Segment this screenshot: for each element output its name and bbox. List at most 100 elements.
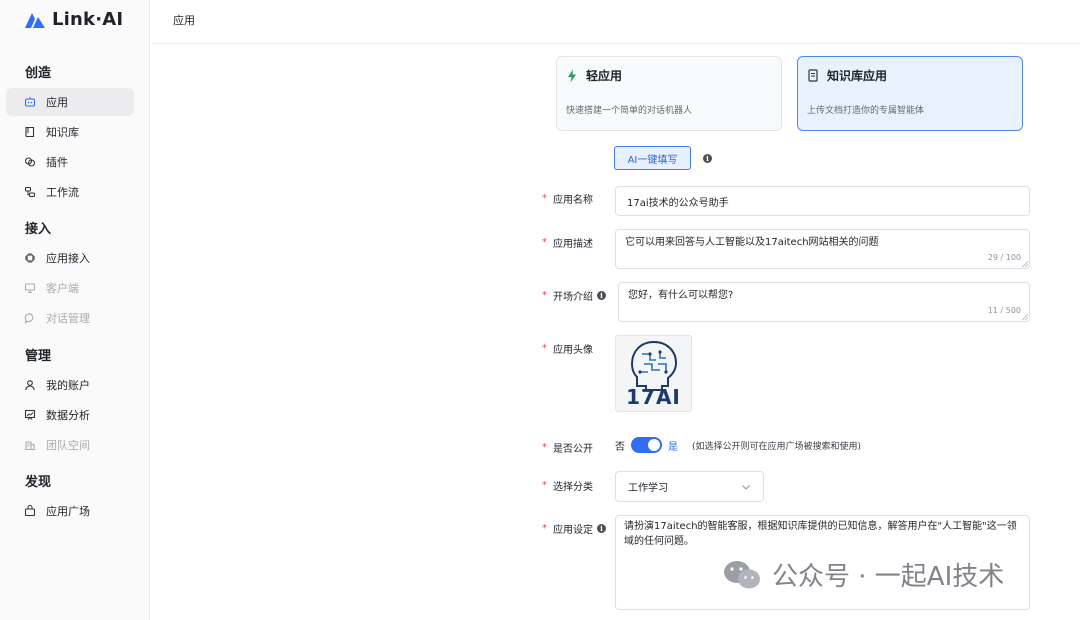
field-label-text: 应用设定 (553, 525, 593, 536)
app-category-label: * 选择分类 (542, 478, 593, 493)
sidebar: Link·AI 创造 应用 知识库 插件 工作流 接入 应用接入 客户端 对话管… (0, 0, 150, 620)
lightning-icon (566, 69, 578, 83)
category-select[interactable]: 工作学习 (615, 471, 764, 502)
ai-autofill-button[interactable]: AI一键填写 (614, 146, 691, 170)
field-label-text: 应用头像 (553, 345, 593, 356)
field-label-text: 应用描述 (553, 239, 593, 250)
sidebar-item-label: 团队空间 (46, 439, 90, 452)
category-value: 工作学习 (628, 483, 668, 494)
required-mark: * (542, 442, 547, 453)
app-desc-value: 它可以用来回答与人工智能以及17aitech网站相关的问题 (625, 237, 879, 248)
required-mark: * (542, 237, 547, 248)
char-counter: 29 / 100 (987, 253, 1021, 262)
sidebar-item-label: 应用广场 (46, 505, 90, 518)
section-title-access: 接入 (25, 222, 52, 237)
wechat-icon (724, 560, 760, 588)
user-icon (24, 379, 36, 391)
sidebar-item-app-integration[interactable]: 应用接入 (6, 244, 134, 272)
required-mark: * (542, 480, 547, 491)
sidebar-item-client[interactable]: 客户端 (6, 274, 134, 302)
sidebar-item-label: 知识库 (46, 126, 79, 139)
app-desc-textarea[interactable]: 它可以用来回答与人工智能以及17aitech网站相关的问题 29 / 100 (615, 229, 1030, 269)
app-avatar-image[interactable]: 17AI (615, 335, 692, 412)
sidebar-item-team-space[interactable]: 团队空间 (6, 431, 134, 459)
info-icon[interactable]: i (703, 154, 712, 163)
section-title-manage: 管理 (25, 349, 52, 364)
page-title: 应用 (173, 14, 195, 27)
brand-name: Link·AI (52, 9, 124, 30)
robot-icon (24, 96, 36, 108)
section-title-discover: 发现 (25, 475, 52, 490)
public-switch-row: 否 是 (如选择公开则可在应用广场被搜索和使用) (615, 437, 861, 453)
app-name-value: 17ai技术的公众号助手 (627, 197, 729, 209)
app-type-card-knowledge[interactable]: 知识库应用 上传文档打造你的专属智能体 (797, 56, 1023, 131)
plugin-icon (24, 156, 36, 168)
required-mark: * (542, 523, 547, 534)
sidebar-item-app-store[interactable]: 应用广场 (6, 497, 134, 525)
sidebar-item-conversations[interactable]: 对话管理 (6, 304, 134, 332)
sidebar-item-label: 应用接入 (46, 252, 90, 265)
sidebar-item-workflow[interactable]: 工作流 (6, 178, 134, 206)
sidebar-item-analytics[interactable]: 数据分析 (6, 401, 134, 429)
app-intro-value: 您好，有什么可以帮您? (628, 290, 734, 301)
app-type-desc: 快速搭建一个简单的对话机器人 (566, 106, 693, 116)
monitor-icon (24, 282, 36, 294)
app-setting-label: * 应用设定 i (542, 521, 606, 536)
sidebar-item-label: 工作流 (46, 186, 79, 199)
app-intro-textarea[interactable]: 您好，有什么可以帮您? 11 / 500 (618, 282, 1030, 322)
chip-icon (24, 252, 36, 264)
public-hint: (如选择公开则可在应用广场被搜索和使用) (692, 441, 862, 452)
link-ai-logo-icon (25, 12, 45, 28)
chat-icon (24, 312, 36, 324)
sidebar-item-apps[interactable]: 应用 (6, 88, 134, 116)
sidebar-item-label: 客户端 (46, 282, 79, 295)
app-desc-label: * 应用描述 (542, 235, 593, 250)
app-intro-label: * 开场介绍 i (542, 288, 606, 303)
brand-logo[interactable]: Link·AI (24, 9, 123, 30)
public-toggle[interactable] (631, 437, 662, 453)
sidebar-item-label: 对话管理 (46, 312, 90, 325)
building-icon (24, 439, 36, 451)
switch-off-label: 否 (615, 441, 625, 453)
avatar-logo-text: 17AI (626, 385, 681, 409)
resize-handle-icon[interactable] (1022, 314, 1028, 320)
app-type-desc: 上传文档打造你的专属智能体 (807, 106, 925, 116)
sidebar-item-plugins[interactable]: 插件 (6, 148, 134, 176)
field-label-text: 应用名称 (553, 195, 593, 206)
app-type-title: 知识库应用 (827, 69, 888, 83)
top-header: 应用 (151, 0, 1080, 44)
workflow-icon (24, 186, 36, 198)
sidebar-item-label: 应用 (46, 96, 68, 109)
required-mark: * (542, 290, 547, 301)
app-type-title: 轻应用 (586, 69, 623, 83)
required-mark: * (542, 343, 547, 354)
sidebar-item-label: 数据分析 (46, 409, 90, 422)
field-label-text: 是否公开 (553, 444, 593, 455)
section-title-create: 创造 (25, 66, 52, 81)
app-root: Link·AI 创造 应用 知识库 插件 工作流 接入 应用接入 客户端 对话管… (0, 0, 1080, 620)
book-icon (24, 126, 36, 138)
info-icon[interactable]: i (597, 524, 606, 533)
app-name-label: * 应用名称 (542, 191, 593, 206)
chevron-down-icon (742, 485, 750, 490)
sidebar-item-account[interactable]: 我的账户 (6, 371, 134, 399)
required-mark: * (542, 193, 547, 204)
field-label-text: 开场介绍 (553, 292, 593, 303)
toggle-knob (648, 439, 660, 451)
app-setting-value: 请扮演17aitech的智能客服，根据知识库提供的已知信息，解答用户在"人工智能… (624, 521, 1017, 547)
app-name-input[interactable]: 17ai技术的公众号助手 (615, 186, 1030, 216)
watermark-text: 公众号 · 一起AI技术 (772, 562, 1005, 592)
char-counter: 11 / 500 (987, 306, 1021, 315)
sidebar-item-label: 插件 (46, 156, 68, 169)
resize-handle-icon[interactable] (1022, 261, 1028, 267)
field-label-text: 选择分类 (553, 482, 593, 493)
document-icon (807, 68, 819, 83)
sidebar-item-knowledge[interactable]: 知识库 (6, 118, 134, 146)
app-avatar-label: * 应用头像 (542, 341, 593, 356)
sidebar-item-label: 我的账户 (46, 379, 90, 392)
switch-on-label: 是 (668, 441, 678, 453)
app-public-label: * 是否公开 (542, 440, 593, 455)
wechat-watermark: 公众号 · 一起AI技术 (722, 556, 1004, 593)
info-icon[interactable]: i (597, 291, 606, 300)
app-type-card-light[interactable]: 轻应用 快速搭建一个简单的对话机器人 (556, 56, 782, 131)
